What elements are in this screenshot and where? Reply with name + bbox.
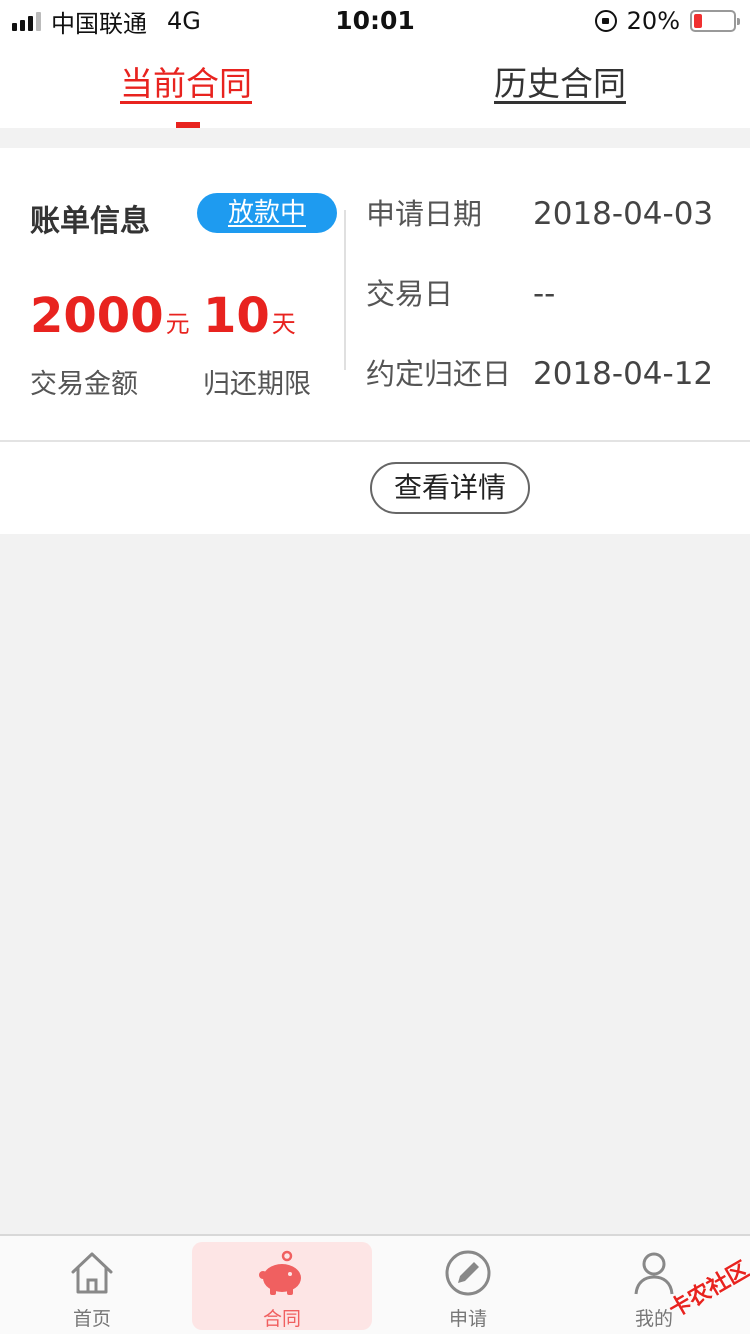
status-left: 中国联通 4G xyxy=(12,6,201,38)
vertical-divider xyxy=(344,210,346,370)
tabbar-label-home: 首页 xyxy=(72,1308,111,1330)
tab-current-contract[interactable]: 当前合同 xyxy=(120,62,252,106)
apply-date-label: 申请日期 xyxy=(366,197,483,231)
watermark-logo: 卡农社区 xyxy=(644,1257,750,1323)
view-details-button[interactable]: 查看详情 xyxy=(370,462,530,514)
piggy-bank-icon xyxy=(259,1250,301,1295)
bill-title: 账单信息 xyxy=(30,204,150,239)
bottom-tab-bar: 首页 合同 申请 我的 xyxy=(0,1234,750,1334)
battery-fill xyxy=(694,14,702,28)
repay-term-label: 归还期限 xyxy=(203,369,311,400)
apply-date-row: 申请日期 2018-04-03 xyxy=(366,194,746,234)
home-icon xyxy=(71,1252,113,1294)
due-date-row: 约定归还日 2018-04-12 xyxy=(366,354,746,394)
signal-icon xyxy=(12,11,41,31)
trade-amount-label: 交易金额 xyxy=(30,369,138,400)
repay-term: 10天 xyxy=(203,288,296,352)
tabbar-label-apply: 申请 xyxy=(448,1308,487,1330)
carrier-name: 中国联通 xyxy=(51,9,147,38)
trade-date-label: 交易日 xyxy=(366,277,454,311)
watermark-text: 卡农社区 xyxy=(664,1257,750,1323)
pencil-circle-icon xyxy=(445,1250,491,1296)
trade-amount-value: 2000 xyxy=(30,288,164,344)
tabbar-label-contract: 合同 xyxy=(262,1308,301,1330)
horizontal-divider xyxy=(0,440,750,442)
due-date-value: 2018-04-12 xyxy=(533,356,714,392)
trade-amount-unit: 元 xyxy=(165,310,190,338)
apply-date-value: 2018-04-03 xyxy=(533,196,714,232)
contract-tabs: 当前合同 历史合同 xyxy=(0,40,750,128)
network-type: 4G xyxy=(167,7,201,35)
status-badge[interactable]: 放款中 xyxy=(197,193,337,233)
tabbar-item-contract[interactable]: 合同 xyxy=(192,1242,372,1330)
due-date-label: 约定归还日 xyxy=(366,357,512,391)
trade-date-row: 交易日 -- xyxy=(366,274,746,314)
bill-card: 账单信息 放款中 2000元 10天 交易金额 归还期限 申请日期 2018-0… xyxy=(0,148,750,534)
tabbar-item-home[interactable]: 首页 xyxy=(2,1242,182,1330)
tab-history-contract[interactable]: 历史合同 xyxy=(494,62,626,106)
active-tab-indicator xyxy=(176,122,200,128)
status-bar: 中国联通 4G 10:01 20% xyxy=(0,0,750,40)
status-right: 20% xyxy=(594,6,740,36)
repay-term-unit: 天 xyxy=(271,310,296,338)
trade-date-value: -- xyxy=(533,276,556,312)
battery-percent: 20% xyxy=(626,7,680,35)
trade-amount: 2000元 xyxy=(30,288,190,352)
rotation-lock-icon xyxy=(594,10,617,32)
tabbar-item-apply[interactable]: 申请 xyxy=(378,1242,558,1330)
repay-term-value: 10 xyxy=(203,288,270,344)
battery-icon xyxy=(690,10,740,32)
